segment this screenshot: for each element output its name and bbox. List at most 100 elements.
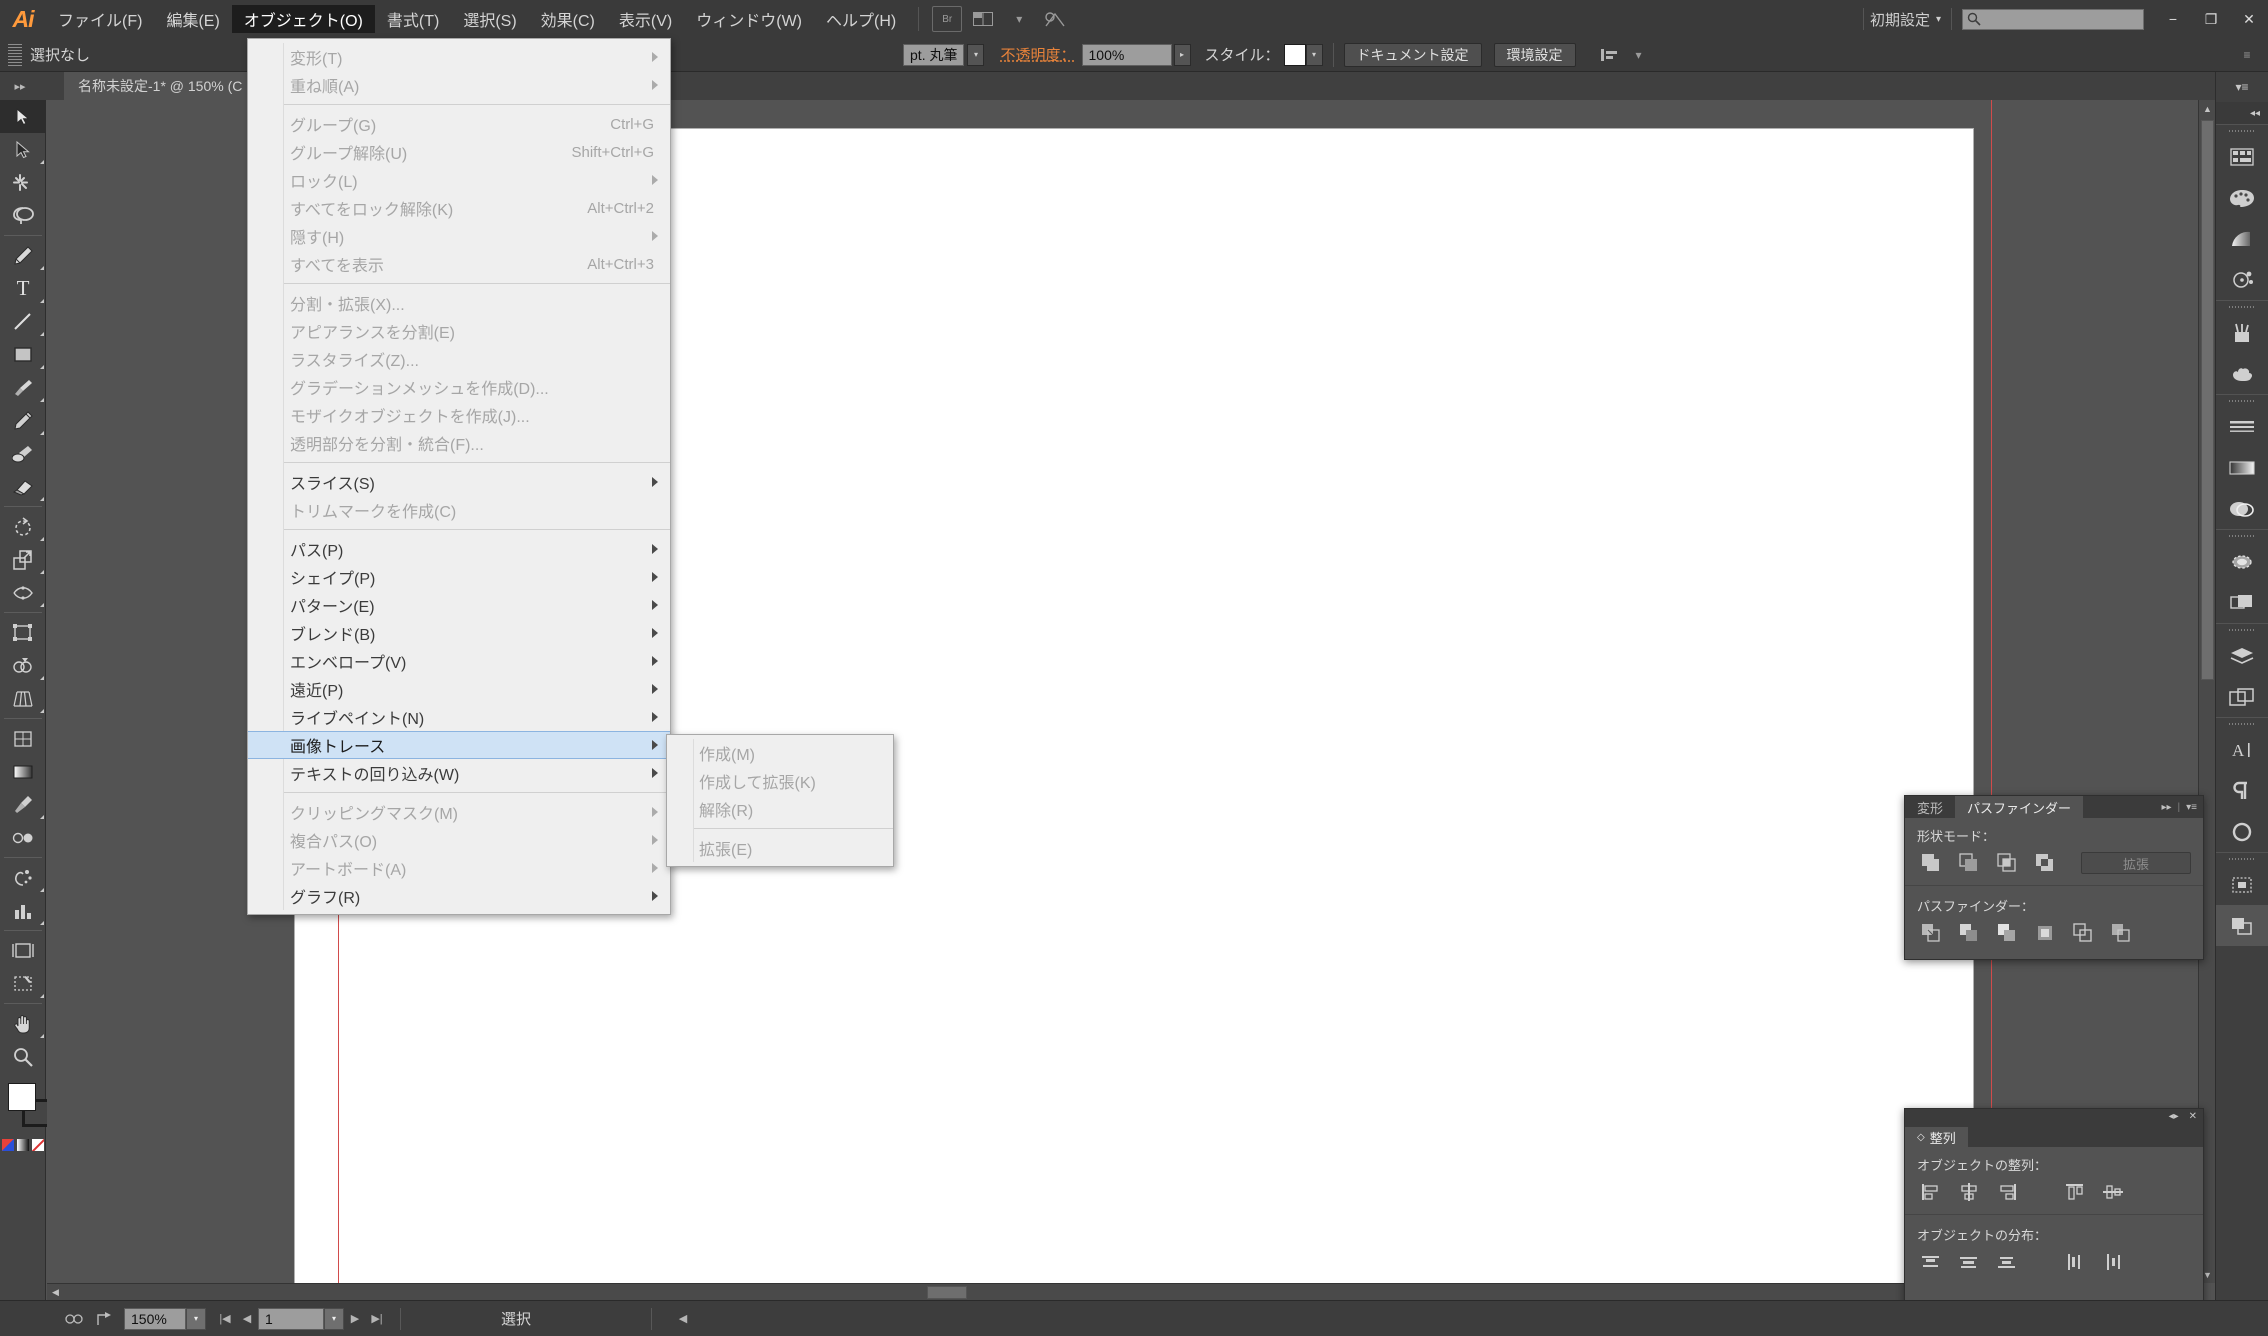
preferences-button[interactable]: 環境設定	[1493, 42, 1576, 67]
scale-tool[interactable]	[0, 543, 46, 576]
next-page-icon[interactable]: ▶	[344, 1307, 366, 1331]
character-icon[interactable]: A	[2216, 729, 2268, 770]
color-themes-icon[interactable]	[2216, 259, 2268, 300]
style-swatch[interactable]	[1283, 43, 1306, 66]
color-icon[interactable]	[2216, 177, 2268, 218]
opacity-label[interactable]: 不透明度：	[1000, 44, 1075, 65]
zoom-chevron-icon[interactable]: ▾	[186, 1307, 206, 1330]
collapse-icon[interactable]: ◂▸	[2169, 1111, 2179, 1122]
line-segment-tool[interactable]	[0, 305, 46, 338]
distribute-top-icon[interactable]	[1917, 1250, 1945, 1274]
document-setup-button[interactable]: ドキュメント設定	[1343, 42, 1482, 67]
object-menu-item[interactable]: ロック(L)	[248, 166, 670, 194]
chevron-down-icon[interactable]: ▾	[1004, 6, 1034, 32]
distribute-horizontal-center-icon[interactable]	[2099, 1250, 2127, 1274]
none-button[interactable]	[32, 1139, 44, 1151]
object-menu[interactable]: 変形(T) 重ね順(A) グループ(G) Ctrl+G グループ解除(U) Shift+C…	[247, 38, 671, 915]
menu-2[interactable]: オブジェクト(O)	[231, 5, 375, 33]
window-minimize-button[interactable]: −	[2154, 5, 2192, 33]
document-tab[interactable]: 名称未設定-1* @ 150% (C	[64, 72, 258, 100]
double-arrow-icon[interactable]: ▸▸	[2161, 802, 2171, 813]
magic-wand-tool[interactable]	[0, 166, 46, 199]
object-menu-item[interactable]: すべてを表示 Alt+Ctrl+3	[248, 250, 670, 278]
gradient-button[interactable]	[17, 1139, 29, 1151]
workspace-chevron-icon[interactable]: ▾	[1936, 14, 1941, 25]
object-menu-item[interactable]: ライブペイント(N)	[248, 703, 670, 731]
menu-5[interactable]: 効果(C)	[529, 5, 607, 33]
pathfinder-dock-icon[interactable]	[2216, 905, 2268, 946]
slice-tool[interactable]	[0, 967, 46, 1000]
menu-7[interactable]: ウィンドウ(W)	[684, 5, 814, 33]
minus-front-icon[interactable]	[1955, 851, 1983, 875]
scroll-left-arrow[interactable]: ◀	[47, 1284, 64, 1300]
blob-brush-tool[interactable]	[0, 437, 46, 470]
vertical-scroll-thumb[interactable]	[2201, 120, 2214, 680]
image-trace-submenu-item[interactable]: 作成して拡張(K)	[667, 767, 893, 795]
menu-8[interactable]: ヘルプ(H)	[814, 5, 908, 33]
unite-icon[interactable]	[1917, 851, 1945, 875]
object-menu-item[interactable]: 分割・拡張(X)...	[248, 289, 670, 317]
artboard-nav-icon[interactable]	[60, 1307, 90, 1331]
first-page-icon[interactable]: |◀	[214, 1307, 236, 1331]
trim-icon[interactable]	[1955, 921, 1983, 945]
zoom-tool[interactable]	[0, 1040, 46, 1073]
gradient-tool[interactable]	[0, 755, 46, 788]
align-left-icon[interactable]	[1917, 1180, 1945, 1204]
tab-align[interactable]: ◇ 整列	[1905, 1127, 1968, 1147]
object-menu-item[interactable]: モザイクオブジェクトを作成(J)...	[248, 401, 670, 429]
object-menu-item[interactable]: パス(P)	[248, 535, 670, 563]
object-menu-item[interactable]: テキストの回り込み(W)	[248, 759, 670, 787]
paragraph-icon[interactable]	[2216, 770, 2268, 811]
dock-group-grip[interactable]	[2216, 530, 2268, 541]
panel-menu-icon[interactable]: ▾≡	[2186, 802, 2197, 813]
stroke-weight-chevron-icon[interactable]: ▾	[967, 43, 985, 66]
align-top-icon[interactable]	[2061, 1180, 2089, 1204]
appearance-icon[interactable]	[2216, 541, 2268, 582]
image-trace-submenu-item[interactable]: 作成(M)	[667, 739, 893, 767]
align-icon[interactable]	[1595, 42, 1625, 68]
paintbrush-tool[interactable]	[0, 371, 46, 404]
fill-stroke-indicator[interactable]	[0, 1079, 50, 1135]
distribute-vertical-center-icon[interactable]	[1955, 1250, 1983, 1274]
symbols-icon[interactable]	[2216, 353, 2268, 394]
pen-tool[interactable]	[0, 239, 46, 272]
control-bar-menu-icon[interactable]: ≡	[2232, 42, 2262, 68]
dock-group-grip[interactable]	[2216, 718, 2268, 729]
status-scroll-left-icon[interactable]: ◀	[672, 1307, 694, 1331]
stock-icon[interactable]	[1040, 6, 1070, 32]
image-trace-submenu[interactable]: 作成(M) 作成して拡張(K) 解除(R) 拡張(E)	[666, 734, 894, 867]
object-menu-item[interactable]: 透明部分を分割・統合(F)...	[248, 429, 670, 457]
search-input[interactable]	[1962, 8, 2144, 30]
mesh-tool[interactable]	[0, 722, 46, 755]
distribute-bottom-icon[interactable]	[1993, 1250, 2021, 1274]
menu-6[interactable]: 表示(V)	[607, 5, 684, 33]
gradient-icon[interactable]	[2216, 218, 2268, 259]
stroke-weight-field[interactable]: pt. 丸筆	[903, 43, 965, 66]
object-menu-item[interactable]: 変形(T)	[248, 43, 670, 71]
dock-group-grip[interactable]	[2216, 624, 2268, 635]
object-menu-item[interactable]: アートボード(A)	[248, 854, 670, 882]
tab-pathfinder[interactable]: パスファインダー	[1955, 796, 2084, 818]
pencil-tool[interactable]	[0, 404, 46, 437]
minus-back-icon[interactable]	[2107, 921, 2135, 945]
column-graph-tool[interactable]	[0, 894, 46, 927]
align-chevron-icon[interactable]: ▾	[1631, 42, 1647, 68]
crop-icon[interactable]	[2031, 921, 2059, 945]
expand-button[interactable]: 拡張	[2081, 852, 2191, 874]
window-close-button[interactable]: ✕	[2230, 5, 2268, 33]
object-menu-item[interactable]: 隠す(H)	[248, 222, 670, 250]
merge-icon[interactable]	[1993, 921, 2021, 945]
object-menu-item[interactable]: トリムマークを作成(C)	[248, 496, 670, 524]
distribute-left-icon[interactable]	[2061, 1250, 2089, 1274]
workspace-switcher[interactable]: 初期設定	[1864, 9, 1936, 30]
graphic-styles-icon[interactable]	[2216, 582, 2268, 623]
align-horizontal-center-icon[interactable]	[1955, 1180, 1983, 1204]
symbol-sprayer-tool[interactable]	[0, 861, 46, 894]
menu-0[interactable]: ファイル(F)	[46, 5, 154, 33]
free-transform-tool[interactable]	[0, 616, 46, 649]
object-menu-item[interactable]: ブレンド(B)	[248, 619, 670, 647]
brushes-icon[interactable]	[2216, 312, 2268, 353]
artboard-chevron-icon[interactable]: ▾	[324, 1307, 344, 1330]
object-menu-item[interactable]: すべてをロック解除(K) Alt+Ctrl+2	[248, 194, 670, 222]
transparency-icon[interactable]	[2216, 488, 2268, 529]
